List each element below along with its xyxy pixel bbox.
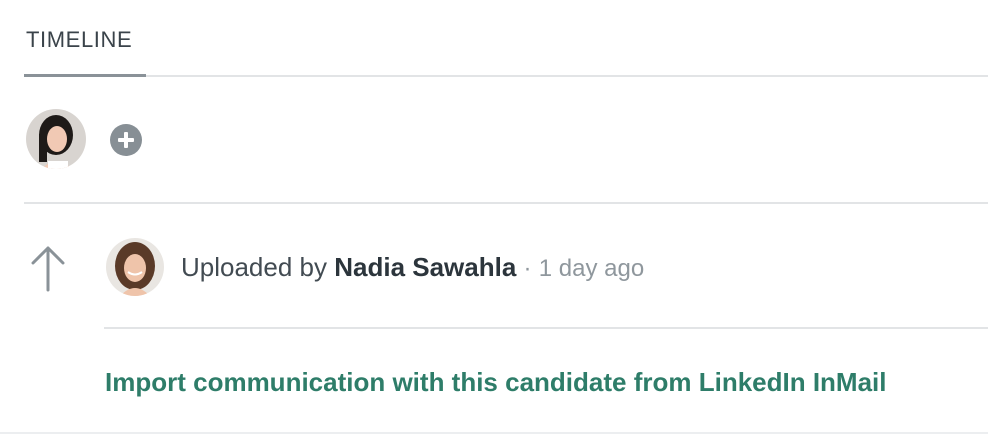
event-separator: · — [523, 255, 532, 282]
event-user-name[interactable]: Nadia Sawahla — [334, 252, 516, 282]
event-divider — [104, 327, 988, 329]
timeline-tabbar: TIMELINE — [24, 0, 988, 77]
tab-timeline[interactable]: TIMELINE — [24, 0, 146, 77]
timeline-composer — [24, 77, 988, 204]
current-user-avatar — [26, 109, 86, 169]
event-timestamp: 1 day ago — [538, 255, 645, 282]
event-prefix: Uploaded by — [181, 252, 327, 282]
uploader-avatar — [106, 238, 164, 296]
event-description: Uploaded by Nadia Sawahla · 1 day ago — [181, 252, 644, 283]
tab-timeline-label: TIMELINE — [26, 27, 133, 52]
arrow-up-icon — [28, 244, 68, 294]
timeline-event-upload: Uploaded by Nadia Sawahla · 1 day ago — [24, 204, 988, 330]
add-plus-circle-icon[interactable] — [110, 124, 142, 156]
import-linkedin-inmail-link[interactable]: Import communication with this candidate… — [105, 367, 887, 398]
